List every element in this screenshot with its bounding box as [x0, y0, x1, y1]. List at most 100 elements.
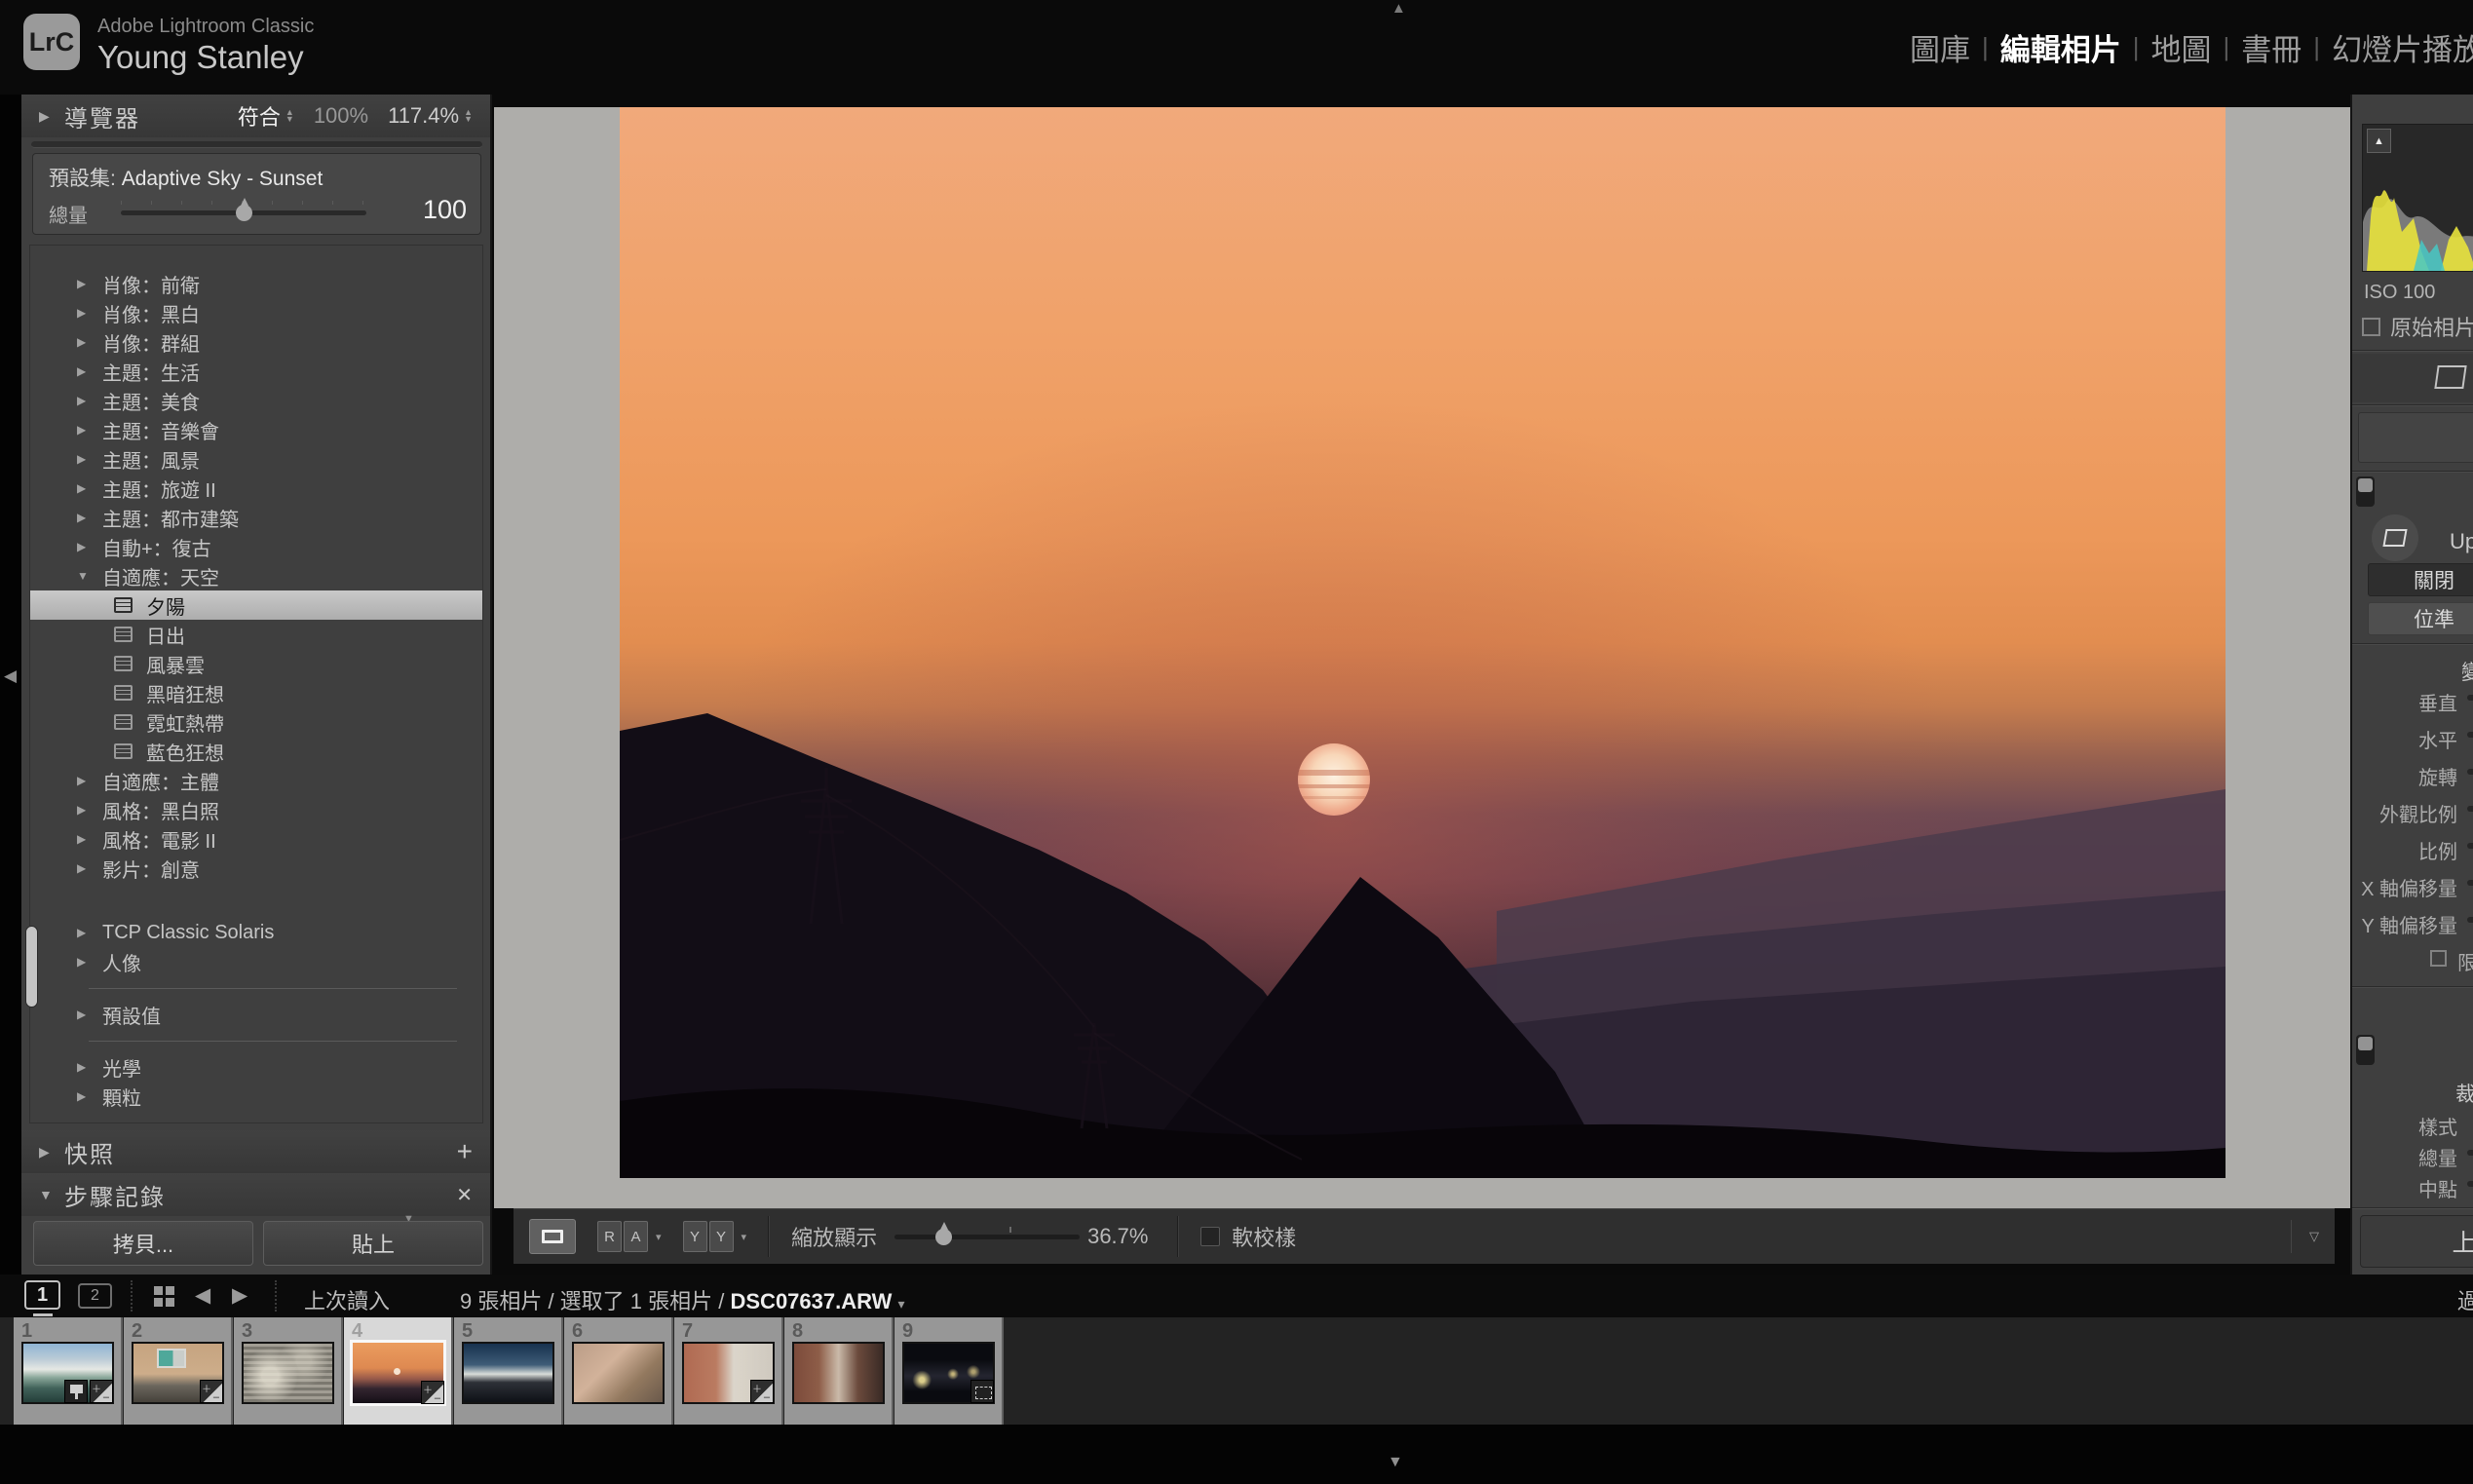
- add-snapshot-button[interactable]: +: [457, 1136, 473, 1167]
- left-panel-scrollbar[interactable]: [25, 926, 38, 1008]
- adjust-badge-icon[interactable]: [750, 1380, 774, 1403]
- upright-off-button[interactable]: 關閉: [2368, 563, 2473, 596]
- history-header[interactable]: ▼ 步驟記錄 ✕: [21, 1173, 490, 1216]
- reference-view-group[interactable]: R A ▾: [597, 1221, 662, 1252]
- transform-slider[interactable]: [2467, 695, 2473, 701]
- preset-group-row[interactable]: ▶ 光學: [30, 1052, 482, 1082]
- previous-button[interactable]: 上一個: [2360, 1215, 2473, 1268]
- view-y1-button[interactable]: Y: [683, 1221, 707, 1252]
- preset-group-row[interactable]: ▶ 肖像：前衛: [30, 269, 482, 298]
- filmstrip-cell[interactable]: 6: [564, 1317, 673, 1425]
- preset-row[interactable]: 夕陽: [30, 590, 482, 620]
- module-nav-item[interactable]: 地圖: [2140, 25, 2224, 69]
- collapse-filmstrip-icon[interactable]: ▼: [1388, 1454, 1403, 1471]
- module-nav-item[interactable]: 編輯相片: [1989, 25, 2133, 69]
- photo-canvas[interactable]: [620, 107, 2226, 1178]
- vignette-amount-slider[interactable]: [2467, 1150, 2473, 1156]
- constrain-crop-checkbox[interactable]: [2430, 950, 2447, 967]
- preset-group-row[interactable]: ▶ 影片：創意: [30, 854, 482, 883]
- histogram[interactable]: ▲: [2362, 124, 2473, 272]
- photo-thumbnail[interactable]: [132, 1342, 224, 1404]
- upright-level-button[interactable]: 位準: [2368, 602, 2473, 635]
- next-photo-icon[interactable]: ▶: [232, 1283, 247, 1308]
- adjust-badge-icon[interactable]: [200, 1380, 223, 1403]
- preset-row[interactable]: 黑暗狂想: [30, 678, 482, 707]
- transform-slider[interactable]: [2467, 843, 2473, 849]
- preset-group-row[interactable]: ▶ 顆粒: [30, 1082, 482, 1111]
- preset-group-row[interactable]: ▶ 預設值: [30, 1000, 482, 1029]
- transform-slider[interactable]: [2467, 732, 2473, 738]
- preset-group-row[interactable]: ▶ TCP Classic Solaris: [30, 918, 482, 947]
- module-nav-item[interactable]: 幻燈片播放: [2320, 25, 2473, 69]
- original-photo-checkbox[interactable]: [2362, 318, 2380, 336]
- collapse-top-panel-icon[interactable]: ▲: [1391, 0, 1406, 17]
- flag-badge-icon[interactable]: [64, 1380, 88, 1403]
- photo-thumbnail[interactable]: [682, 1342, 775, 1404]
- transform-tool-icon[interactable]: [2434, 365, 2466, 389]
- filmstrip-cell[interactable]: 2: [124, 1317, 233, 1425]
- preset-group-row[interactable]: ▶ 主題：風景: [30, 444, 482, 474]
- photo-thumbnail[interactable]: [462, 1342, 554, 1404]
- filmstrip-cell[interactable]: 9: [894, 1317, 1004, 1425]
- last-import-label[interactable]: 上次讀入: [304, 1284, 390, 1315]
- filmstrip-status[interactable]: 9 張相片 / 選取了 1 張相片 / DSC07637.ARW ▾: [460, 1284, 905, 1315]
- view-a-button[interactable]: A: [624, 1221, 648, 1252]
- transform-slider[interactable]: [2467, 806, 2473, 812]
- chevron-down-icon[interactable]: ▾: [742, 1231, 747, 1243]
- preset-row[interactable]: 日出: [30, 620, 482, 649]
- filmstrip-cell[interactable]: 3: [234, 1317, 343, 1425]
- adjust-badge-icon[interactable]: [421, 1381, 444, 1404]
- second-window-button[interactable]: 2: [78, 1283, 112, 1309]
- soft-proof-checkbox[interactable]: [1200, 1227, 1220, 1246]
- filmstrip-cell[interactable]: 5: [454, 1317, 563, 1425]
- navigator-100[interactable]: 100%: [314, 103, 368, 129]
- photo-thumbnail[interactable]: [902, 1342, 995, 1404]
- filmstrip-cell[interactable]: 4: [344, 1317, 453, 1425]
- vignette-midpoint-slider[interactable]: [2467, 1181, 2473, 1187]
- preset-group-row[interactable]: ▶ 肖像：黑白: [30, 298, 482, 327]
- preset-group-row[interactable]: ▶ 自適應：主體: [30, 766, 482, 795]
- panel-switch-toggle[interactable]: [2356, 476, 2375, 507]
- crop-badge-icon[interactable]: [970, 1380, 994, 1403]
- clear-history-button[interactable]: ✕: [456, 1183, 473, 1207]
- preset-group-row[interactable]: ▶ 風格：電影 II: [30, 824, 482, 854]
- photo-thumbnail[interactable]: [792, 1342, 885, 1404]
- toolbar-options-icon[interactable]: ▽: [2309, 1229, 2319, 1244]
- navigator-header[interactable]: ▶ 導覽器 符合 ▲▼ 100% 117.4% ▲▼: [21, 95, 490, 137]
- preset-group-row[interactable]: ▶ 人像: [30, 947, 482, 976]
- photo-thumbnail[interactable]: [350, 1340, 446, 1406]
- navigator-zoom[interactable]: 117.4%: [388, 103, 459, 129]
- filmstrip-cell[interactable]: 1: [14, 1317, 123, 1425]
- grid-view-icon[interactable]: [154, 1286, 174, 1307]
- copy-button[interactable]: 拷貝...: [33, 1221, 253, 1266]
- preset-group-row[interactable]: ▶ 風格：黑白照: [30, 795, 482, 824]
- transform-slider[interactable]: [2467, 917, 2473, 923]
- view-r-button[interactable]: R: [597, 1221, 622, 1252]
- module-nav-item[interactable]: 圖庫: [1898, 25, 1982, 69]
- chevron-down-icon[interactable]: ▾: [656, 1231, 662, 1243]
- collapse-left-panel-icon[interactable]: ◀: [4, 666, 17, 686]
- preset-group-row[interactable]: ▶ 主題：美食: [30, 386, 482, 415]
- snapshots-header[interactable]: ▶ 快照 +: [21, 1130, 490, 1173]
- preset-group-row[interactable]: ▶ 自動+：復古: [30, 532, 482, 561]
- shadow-clipping-icon[interactable]: ▲: [2367, 129, 2391, 153]
- filmstrip-cell[interactable]: 8: [784, 1317, 894, 1425]
- original-photo-row[interactable]: 原始相片: [2362, 311, 2473, 342]
- preset-group-row[interactable]: ▶ 主題：都市建築: [30, 503, 482, 532]
- module-nav-item[interactable]: 書冊: [2229, 25, 2313, 69]
- preset-group-row[interactable]: ▼ 自適應：天空: [30, 561, 482, 590]
- before-after-group[interactable]: Y Y ▾: [683, 1221, 747, 1252]
- paste-button[interactable]: 貼上: [263, 1221, 483, 1266]
- view-y2-button[interactable]: Y: [709, 1221, 734, 1252]
- preset-row[interactable]: 霓虹熱帶: [30, 707, 482, 737]
- transform-slider[interactable]: [2467, 880, 2473, 886]
- panel-switch-toggle[interactable]: [2356, 1035, 2375, 1065]
- filmstrip-cell[interactable]: 7: [674, 1317, 783, 1425]
- transform-slider[interactable]: [2467, 769, 2473, 775]
- zoom-slider-track[interactable]: [894, 1235, 1080, 1239]
- preset-group-row[interactable]: ▶ 主題：生活: [30, 357, 482, 386]
- zoom-slider-thumb[interactable]: [935, 1229, 952, 1245]
- navigator-fit[interactable]: 符合: [238, 100, 281, 132]
- preset-group-row[interactable]: ▶ 主題：旅遊 II: [30, 474, 482, 503]
- preset-row[interactable]: 風暴雲: [30, 649, 482, 678]
